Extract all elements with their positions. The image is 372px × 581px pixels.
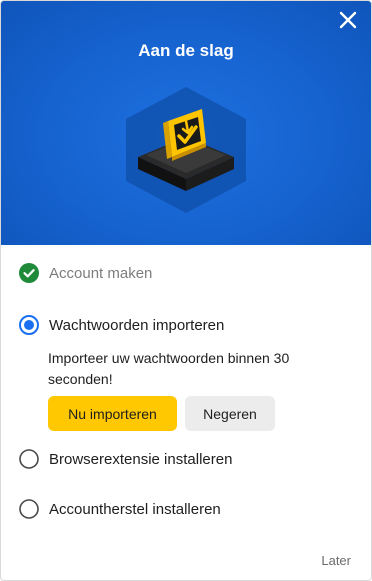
import-now-button[interactable]: Nu importeren [48,396,177,431]
radio-selected-icon[interactable] [19,315,39,335]
step-accountherstel-installeren[interactable]: Accountherstel installeren [19,499,221,519]
page-title: Aan de slag [138,41,234,60]
step-label: Browserextensie installeren [49,450,233,468]
step-label: Account maken [49,264,153,282]
step-label: Wachtwoorden importeren [49,316,225,334]
ignore-button[interactable]: Negeren [185,396,275,431]
step-browserextensie-installeren[interactable]: Browserextensie installeren [19,449,232,469]
step-description: Importeer uw wachtwoorden binnen 30 seco… [48,350,290,387]
radio-empty-icon[interactable] [19,449,39,469]
import-box-illustration [126,87,246,213]
check-circle-icon [19,263,39,283]
step-label: Accountherstel installeren [49,500,221,518]
onboarding-header: Aan de slag [1,1,371,245]
radio-empty-icon[interactable] [19,499,39,519]
close-icon[interactable] [337,9,359,31]
later-link[interactable]: Later [321,553,351,568]
step-wachtwoorden-importeren[interactable]: Wachtwoorden importeren [19,315,224,335]
onboarding-card: Aan de slag Account maken Wachtwoorden i… [0,0,372,581]
step-account-maken: Account maken [19,263,152,283]
